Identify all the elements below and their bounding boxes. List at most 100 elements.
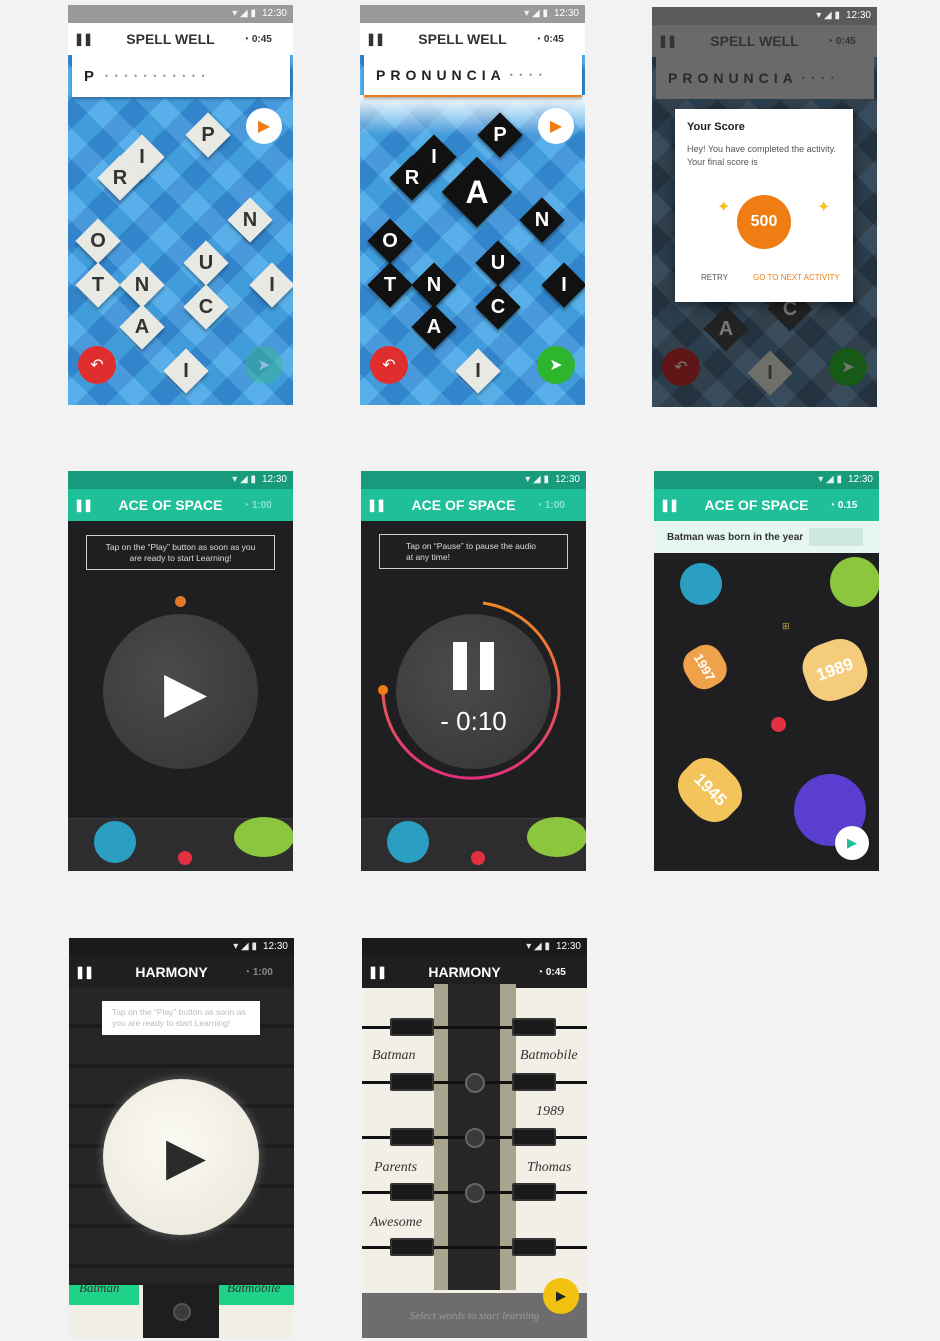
letter-tile[interactable]: O (75, 218, 121, 264)
play-button[interactable]: ▶ (103, 1079, 259, 1235)
letter-tile[interactable]: I (249, 262, 293, 308)
play-audio-button[interactable]: ▶ (538, 108, 574, 144)
undo-button[interactable]: ↶ (370, 346, 408, 384)
letter-tile[interactable]: A (119, 304, 165, 350)
letter-tile[interactable]: O (367, 218, 413, 264)
word-option[interactable]: Batmobile (520, 1048, 578, 1064)
answer-asteroid-1997[interactable]: 1997 (677, 638, 733, 696)
piano-key[interactable] (512, 1073, 556, 1091)
piano-key[interactable] (390, 1018, 434, 1036)
timer: ◔ 0:45 (243, 33, 272, 45)
letter-tile[interactable]: I (163, 348, 209, 394)
piano-key[interactable] (512, 1238, 556, 1256)
pause-button[interactable]: - 0:10 (396, 614, 551, 769)
piano-key[interactable] (390, 1183, 434, 1201)
letter-tile[interactable]: N (411, 262, 457, 308)
word-option[interactable]: 1989 (536, 1104, 564, 1120)
app-title: SPELL WELL (710, 33, 799, 49)
play-button[interactable]: ▶ (543, 1278, 579, 1314)
signal-icon: ▾ ◢ ▮ (233, 941, 257, 952)
pause-icon[interactable]: ❚❚ (69, 965, 99, 979)
knob-icon (173, 1303, 191, 1321)
piano-key[interactable] (390, 1128, 434, 1146)
pause-icon[interactable]: ❚❚ (652, 34, 682, 48)
letter-tile[interactable]: N (119, 262, 165, 308)
status-bar: ▾ ◢ ▮ 12:30 (68, 5, 293, 23)
word-box: PRONUNCIA • • • • (656, 57, 874, 99)
letter-tile[interactable]: A (411, 304, 457, 350)
submit-button[interactable]: ➤ (537, 346, 575, 384)
signal-icon: ▾ ◢ ▮ (524, 8, 548, 19)
pause-icon[interactable]: ❚❚ (360, 32, 390, 46)
prompt-text: Tap on the “Play” button as soon as you … (112, 1007, 246, 1028)
letter-tile[interactable]: I (541, 262, 585, 308)
play-audio-button[interactable]: ▶ (246, 108, 282, 144)
status-bar: ▾ ◢ ▮ 12:30 (360, 5, 585, 23)
prompt-box: Tap on the “Play” button as soon as you … (86, 535, 275, 570)
letter-tile[interactable]: T (75, 262, 121, 308)
letter-tile[interactable]: P (185, 112, 231, 158)
pause-icon[interactable]: ❚❚ (361, 498, 391, 512)
knob-icon[interactable] (465, 1128, 485, 1148)
letter-tile[interactable]: P (477, 112, 523, 158)
word-option[interactable]: Awesome (370, 1215, 422, 1231)
status-bar: ▾ ◢ ▮ 12:30 (654, 471, 879, 489)
piano-key[interactable] (512, 1128, 556, 1146)
app-bar: ❚❚ SPELL WELL ◔ 0:45 (360, 23, 585, 55)
letter-tile[interactable]: R (97, 155, 143, 201)
word-option[interactable]: Batman (372, 1048, 416, 1064)
piano-key[interactable] (512, 1183, 556, 1201)
word-right[interactable]: Batmobile (227, 1280, 280, 1296)
remaining-dots: • • • • • • • • • • • (105, 71, 207, 81)
signal-icon: ▾ ◢ ▮ (232, 474, 256, 485)
red-planet (471, 851, 485, 865)
timer: ◔ 1:00 (244, 966, 273, 978)
blue-planet (680, 563, 722, 605)
letter-tile[interactable]: U (183, 240, 229, 286)
pause-icon[interactable]: ❚❚ (362, 965, 392, 979)
answer-asteroid-1989[interactable]: 1989 (795, 632, 875, 708)
letter-tile[interactable]: I (455, 348, 501, 394)
letter-tile[interactable]: C (475, 284, 521, 330)
pause-icon[interactable]: ❚❚ (654, 498, 684, 512)
status-bar: ▾ ◢ ▮ 12:30 (361, 471, 586, 489)
letter-tile[interactable]: R (389, 155, 435, 201)
answer-asteroid-1945[interactable]: 1945 (668, 748, 752, 832)
undo-button: ↶ (662, 348, 700, 386)
signal-icon: ▾ ◢ ▮ (818, 474, 842, 485)
app-title: ACE OF SPACE (704, 497, 809, 513)
app-bar: ❚❚ ACE OF SPACE ◔ 0.15 (654, 489, 879, 521)
app-bar: ❚❚ SPELL WELL ◔ 0:45 (68, 23, 293, 55)
remaining-dots: • • • • (801, 73, 836, 83)
prompt-box: Tap on “Pause” to pause the audio at any… (379, 534, 568, 569)
next-activity-button[interactable]: GO TO NEXT ACTIVITY (753, 273, 840, 282)
submit-button[interactable]: ➤ (245, 346, 283, 384)
ringed-planet (527, 817, 586, 857)
piano-key[interactable] (512, 1018, 556, 1036)
word-option[interactable]: Thomas (527, 1160, 571, 1176)
play-audio-button[interactable]: ▶ (835, 826, 869, 860)
letter-tile[interactable]: N (519, 197, 565, 243)
word-option[interactable]: Parents (374, 1160, 417, 1176)
pause-icon[interactable]: ❚❚ (68, 32, 98, 46)
undo-button[interactable]: ↶ (78, 346, 116, 384)
pause-bar-icon (453, 642, 467, 690)
dialog-title: Your Score (687, 121, 745, 133)
word-left[interactable]: Batman (79, 1280, 119, 1296)
pause-icon[interactable]: ❚❚ (68, 498, 98, 512)
knob-icon[interactable] (465, 1183, 485, 1203)
signal-icon: ▾ ◢ ▮ (816, 10, 840, 21)
play-button[interactable]: ▶ (103, 614, 258, 769)
timer: ◔ 0.15 (829, 499, 858, 511)
knob-icon[interactable] (465, 1073, 485, 1093)
score-badge: 500 (737, 195, 791, 249)
piano-key[interactable] (390, 1238, 434, 1256)
piano-key[interactable] (390, 1073, 434, 1091)
letter-tile[interactable]: N (227, 197, 273, 243)
letter-tile[interactable]: T (367, 262, 413, 308)
letter-tile[interactable]: U (475, 240, 521, 286)
selected-letter-tile[interactable]: A (441, 156, 513, 228)
retry-button[interactable]: RETRY (701, 273, 728, 282)
footer-text: Select words to start learning (409, 1309, 540, 1322)
letter-tile[interactable]: C (183, 284, 229, 330)
